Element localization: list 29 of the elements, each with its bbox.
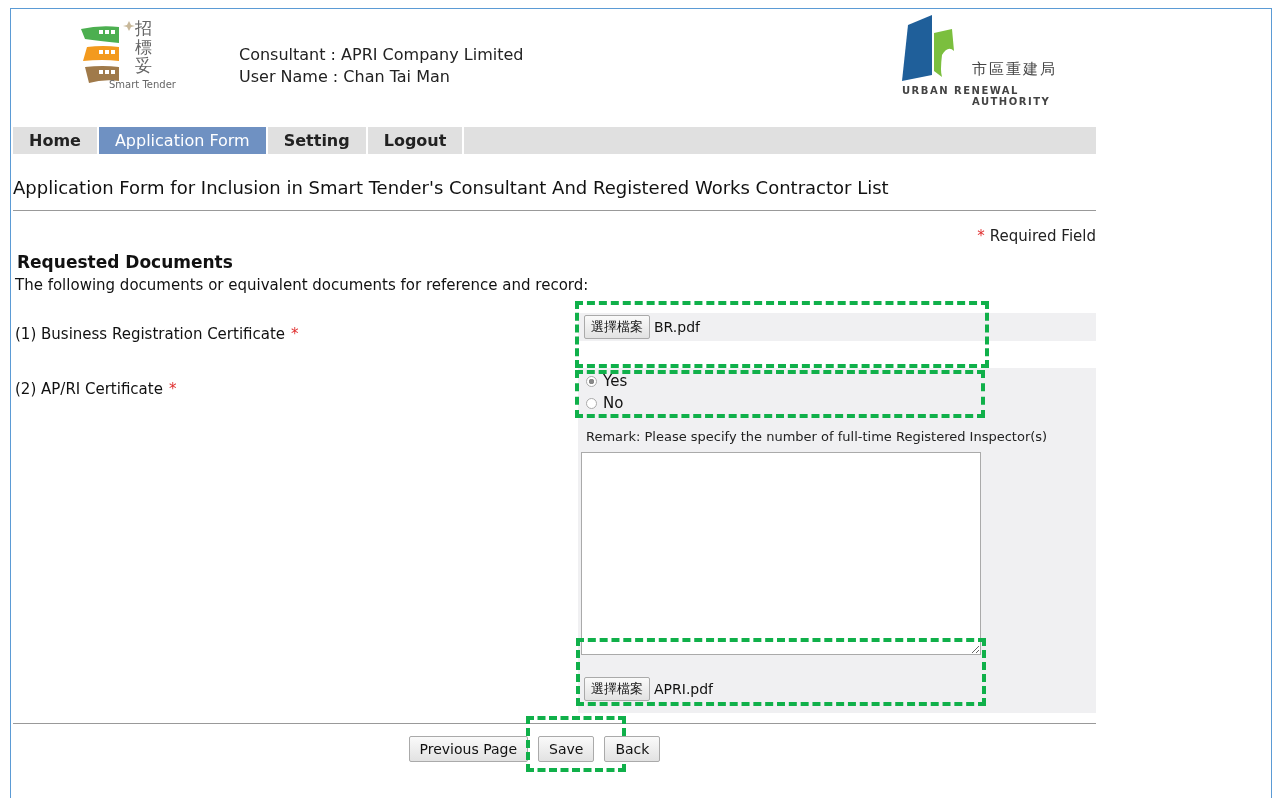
logo-text: AUTHORITY xyxy=(972,96,1052,107)
section-description: The following documents or equivalent documents for reference and record: xyxy=(15,275,590,295)
logo-text: Smart Tender xyxy=(109,79,176,91)
document-label: (1) Business Registration Certificate xyxy=(15,325,286,343)
required-note: Required Field xyxy=(989,227,1096,245)
form-button[interactable]: Save xyxy=(538,736,595,762)
logo-text: URBAN RENEWAL xyxy=(902,85,1020,96)
page-title: Application Form for Inclusion in Smart Tender's Consultant And Registered Works Contractor List xyxy=(13,176,890,200)
radio-label: No xyxy=(603,394,624,412)
remark-textarea[interactable] xyxy=(581,452,981,655)
logo-chinese-text: 市區重建局 xyxy=(972,60,1057,79)
remark-text: Remark: Please specify the number of full-time Registered Inspector(s) xyxy=(586,428,1049,446)
section-heading: Requested Documents xyxy=(17,251,234,273)
user-name-text: User Name : Chan Tai Man xyxy=(239,66,451,88)
form-button[interactable]: Back xyxy=(604,736,661,762)
required-mark: * xyxy=(977,227,985,245)
logo-chinese-text: 招標妥 xyxy=(135,19,152,76)
radio-label: Yes xyxy=(603,372,628,390)
required-mark: * xyxy=(291,325,299,343)
choose-file-button[interactable]: 選擇檔案 xyxy=(584,677,650,701)
consultant-text: Consultant : APRI Company Limited xyxy=(239,44,524,66)
required-mark: * xyxy=(168,380,177,398)
file-name: APRI.pdf xyxy=(654,681,714,697)
choose-file-button[interactable]: 選擇檔案 xyxy=(584,315,650,339)
radio-button[interactable] xyxy=(586,375,597,387)
form-button[interactable]: Previous Page xyxy=(408,736,529,762)
document-label: (2) AP/RI Certificate xyxy=(15,380,163,398)
file-name: BR.pdf xyxy=(654,319,700,335)
radio-button[interactable] xyxy=(586,397,597,409)
